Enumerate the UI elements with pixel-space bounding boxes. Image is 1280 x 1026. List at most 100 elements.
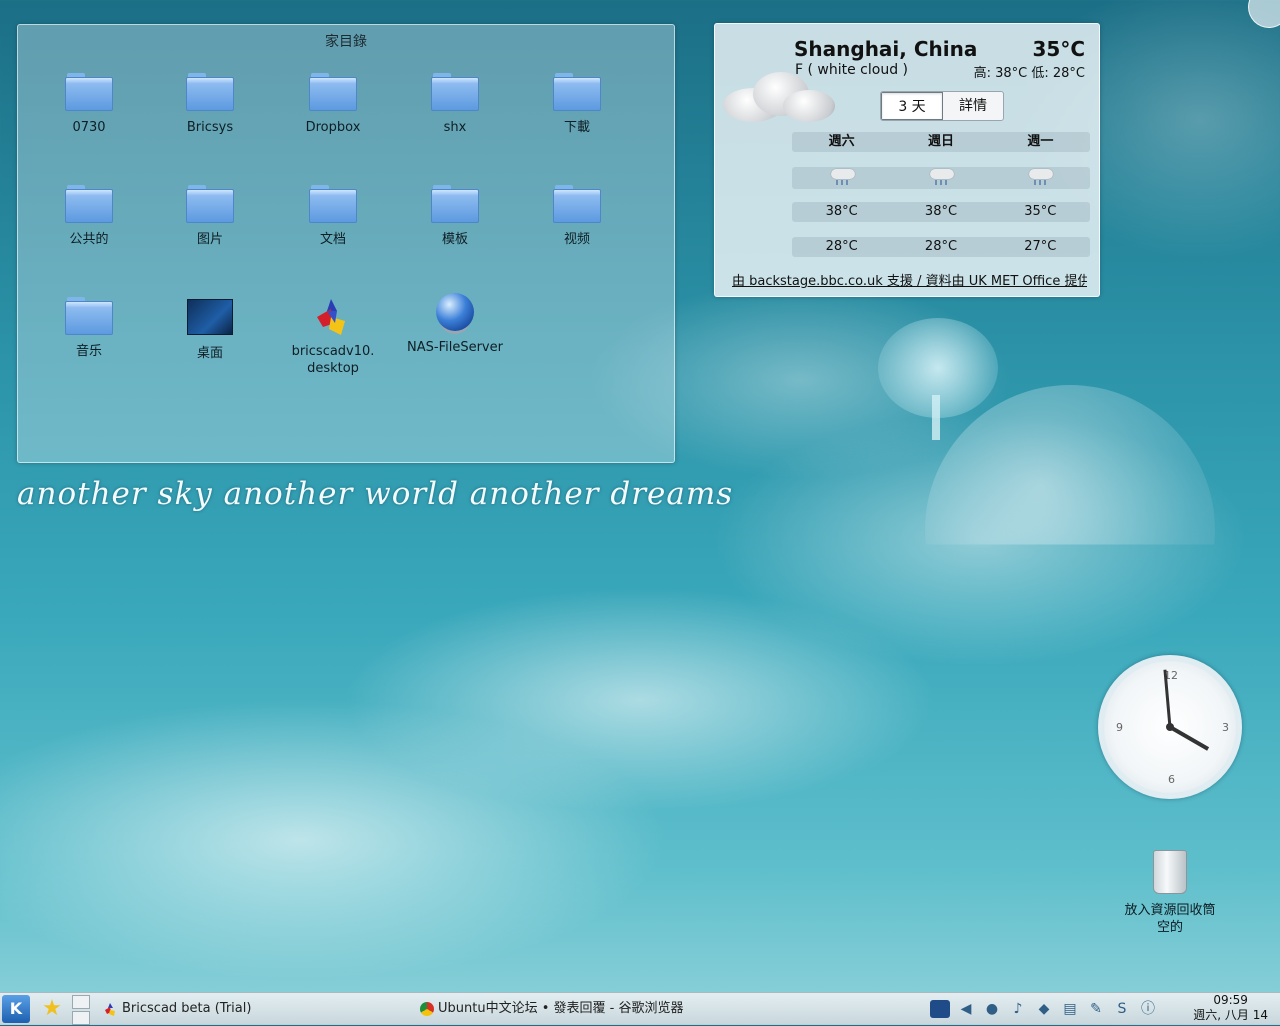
folder-icon [65, 297, 113, 335]
kde-menu-button[interactable]: K [2, 995, 30, 1023]
forecast-day: 週一 [1027, 134, 1054, 149]
weather-city: Shanghai, China [794, 37, 978, 61]
folder-label: shx [443, 120, 467, 135]
favorites-star-icon[interactable]: ★ [38, 996, 66, 1022]
globe-icon [436, 293, 474, 331]
clock-number: 9 [1116, 721, 1123, 734]
forecast-day: 週六 [828, 134, 855, 149]
wallpaper-slogan: another sky another world another dreams [17, 476, 734, 512]
forecast-high: 38°C [924, 204, 958, 219]
trash-label: 放入資源回收筒 [1124, 903, 1216, 918]
forecast-low: 27°C [1024, 239, 1057, 254]
tree-trunk-decoration [932, 395, 940, 440]
clipboard-icon[interactable]: ▤ [1060, 1000, 1080, 1018]
clock-number: 6 [1168, 773, 1175, 786]
folder-bricsys[interactable]: Bricsys [155, 73, 265, 136]
folder-label: 音乐 [75, 344, 102, 359]
folder-icon [553, 185, 601, 223]
folder-label: 桌面 [196, 346, 223, 361]
file-bricscad-desktop[interactable]: bricscadv10. desktop [278, 297, 388, 377]
clock-hour-hand [1169, 725, 1210, 751]
folder-label: 文档 [319, 232, 346, 247]
folder-icon [553, 73, 601, 111]
pin-icon[interactable]: ✎ [1086, 1000, 1106, 1018]
task-bricscad[interactable]: Bricscad beta (Trial) [104, 997, 251, 1021]
weather-high-low: 高: 38°C 低: 28°C [973, 66, 1085, 81]
rain-cloud-icon [926, 167, 956, 185]
tab-details[interactable]: 詳情 [943, 92, 1003, 120]
folder-music[interactable]: 音乐 [34, 297, 144, 360]
folder-icon [65, 73, 113, 111]
task-chrome[interactable]: Ubuntu中文论坛 • 發表回覆 - 谷歌浏览器 [420, 997, 683, 1021]
forecast-icon-row [792, 167, 1090, 189]
desktop-toolbox-button[interactable] [1248, 0, 1280, 28]
forecast-low: 28°C [924, 239, 958, 254]
rain-cloud-icon [827, 167, 857, 185]
volume-icon[interactable]: ♪ [1008, 1000, 1028, 1018]
folder-downloads[interactable]: 下載 [522, 73, 632, 136]
sync-icon[interactable]: S [1112, 1000, 1132, 1018]
chrome-icon [420, 1001, 434, 1016]
folder-pictures[interactable]: 图片 [155, 185, 265, 248]
file-nas-fileserver[interactable]: NAS-FileServer [400, 293, 510, 356]
folder-desktop[interactable]: 桌面 [155, 297, 265, 362]
taskbar: K ★ Bricscad beta (Trial) Ubuntu中文论坛 • 發… [0, 992, 1280, 1025]
folder-view-widget: 家目錄 0730 Bricsys Dropbox shx 下載 公共的 图片 文… [17, 24, 675, 463]
folder-label: 下載 [563, 120, 590, 135]
taskbar-time: 09:59 [1213, 993, 1248, 1007]
screen-icon[interactable] [930, 1000, 950, 1018]
folder-icon [309, 73, 357, 111]
desktop-icon [187, 299, 233, 335]
arrow-left-icon[interactable]: ◀ [956, 1000, 976, 1018]
file-label-line2: desktop [307, 361, 359, 376]
bricscad-icon [313, 297, 353, 337]
system-tray: ◀ ● ♪ ◆ ▤ ✎ S ⓘ [930, 998, 1158, 1020]
forecast-high-row: 38°C 38°C 35°C [792, 202, 1090, 222]
folder-label: 公共的 [69, 232, 109, 247]
analog-clock: 12 3 6 9 [1098, 655, 1242, 799]
folder-icon [186, 73, 234, 111]
moon-decoration [925, 385, 1215, 545]
folder-0730[interactable]: 0730 [34, 73, 144, 136]
folder-view-title: 家目錄 [325, 34, 367, 50]
file-label-line1: bricscadv10. [291, 344, 375, 359]
forecast-day-row: 週六 週日 週一 [792, 132, 1090, 152]
forecast-high: 35°C [1024, 204, 1057, 219]
folder-label: 视频 [563, 232, 590, 247]
weather-current-temp: 35°C [1032, 37, 1085, 61]
bricscad-icon [104, 1002, 118, 1016]
folder-videos[interactable]: 视频 [522, 185, 632, 248]
weather-credit-link[interactable]: 由 backstage.bbc.co.uk 支援 / 資料由 UK MET Of… [732, 270, 1087, 289]
weather-widget: Shanghai, China 35°C F ( white cloud ) 高… [714, 23, 1100, 297]
folder-label: 图片 [196, 232, 223, 247]
folder-icon [431, 73, 479, 111]
network-icon[interactable]: ● [982, 1000, 1002, 1018]
tab-3-days[interactable]: 3 天 [881, 92, 943, 120]
info-icon[interactable]: ⓘ [1138, 1000, 1158, 1018]
folder-shx[interactable]: shx [400, 73, 510, 136]
folder-icon [65, 185, 113, 223]
folder-label: 0730 [72, 120, 106, 135]
taskbar-clock[interactable]: 09:59 週六, 八月 14 [1193, 993, 1268, 1023]
dropbox-icon[interactable]: ◆ [1034, 1000, 1054, 1018]
desktop-pager[interactable] [72, 995, 90, 1025]
folder-label: Dropbox [305, 120, 361, 135]
task-label: Bricscad beta (Trial) [122, 1001, 252, 1016]
trash-icon [1153, 850, 1187, 894]
trash-widget[interactable]: 放入資源回收筒 空的 [1110, 850, 1230, 936]
folder-label: 模板 [441, 232, 468, 247]
task-label: Ubuntu中文论坛 • 發表回覆 - 谷歌浏览器 [438, 1001, 684, 1016]
clock-number: 3 [1222, 721, 1229, 734]
clock-center [1166, 723, 1174, 731]
folder-documents[interactable]: 文档 [278, 185, 388, 248]
forecast-day: 週日 [927, 134, 954, 149]
weather-condition: F ( white cloud ) [795, 62, 909, 78]
file-label: NAS-FileServer [407, 340, 503, 355]
forecast-high: 38°C [825, 204, 858, 219]
folder-templates[interactable]: 模板 [400, 185, 510, 248]
folder-public[interactable]: 公共的 [34, 185, 144, 248]
folder-icon [431, 185, 479, 223]
folder-dropbox[interactable]: Dropbox [278, 73, 388, 136]
weather-tabbar: 3 天 詳情 [880, 91, 1004, 121]
folder-icon [309, 185, 357, 223]
